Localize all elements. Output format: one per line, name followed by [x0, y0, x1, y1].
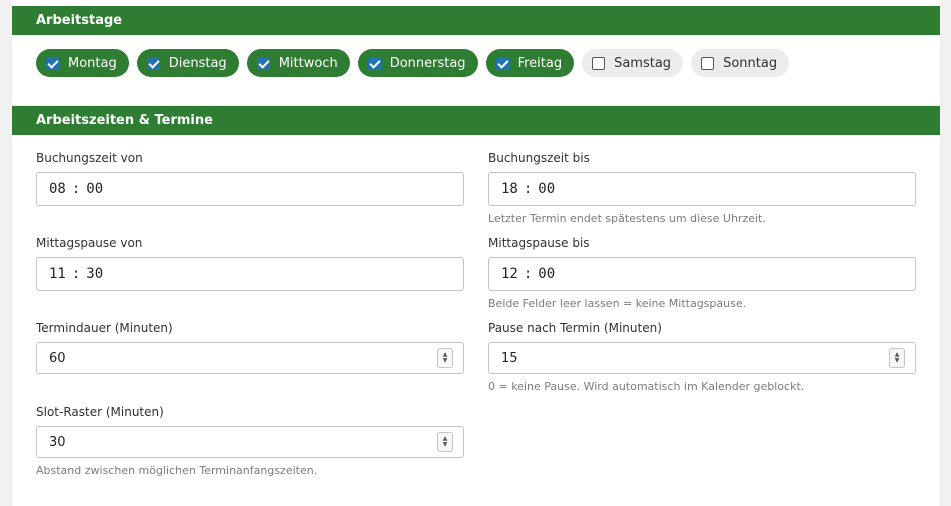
lunch-from-label: Mittagspause von: [36, 236, 143, 250]
slot-grid-field: Slot-Raster (Minuten) 30 ▲ ▼ Abstand zwis…: [36, 405, 464, 477]
duration-label: Termindauer (Minuten): [36, 321, 173, 335]
slot-grid-hint: Abstand zwischen möglichen Terminanfangs…: [36, 464, 318, 477]
lunch-to-time-input[interactable]: 12 : 00: [488, 257, 916, 291]
time-separator: :: [71, 266, 81, 282]
day-label: Donnerstag: [389, 55, 466, 71]
workdays-header: Arbeitstage: [12, 6, 940, 35]
booking-to-field: Buchungszeit bis 18 : 00 Letzter Termin …: [488, 151, 916, 225]
day-label: Freitag: [517, 55, 563, 71]
checkbox-checked-icon[interactable]: [367, 56, 381, 70]
pause-after-hint: 0 = keine Pause. Wird automatisch im Kal…: [488, 380, 805, 393]
time-separator: :: [523, 266, 533, 282]
hours-value[interactable]: 08: [49, 181, 66, 197]
spinner-icon[interactable]: ▲ ▼: [437, 432, 453, 452]
minutes-value[interactable]: 30: [86, 266, 103, 282]
day-label: Samstag: [614, 55, 672, 71]
slot-grid-value[interactable]: 30: [49, 435, 66, 450]
lunch-from-time-input[interactable]: 11 : 30: [36, 257, 464, 291]
day-toggle-donnerstag[interactable]: Donnerstag: [357, 49, 478, 77]
day-label: Dienstag: [168, 55, 227, 71]
minutes-value[interactable]: 00: [538, 181, 555, 197]
day-toggle-montag[interactable]: Montag: [36, 49, 129, 77]
booking-from-field: Buchungszeit von 08 : 00: [36, 151, 464, 206]
minutes-value[interactable]: 00: [538, 266, 555, 282]
day-label: Mittwoch: [278, 55, 338, 71]
pause-after-field: Pause nach Termin (Minuten) 15 ▲ ▼ 0 = ke…: [488, 321, 916, 393]
hours-value[interactable]: 12: [501, 266, 518, 282]
pause-after-value[interactable]: 15: [501, 351, 518, 366]
workdays-card: Arbeitstage Montag Dienstag Mittwoch Don…: [12, 0, 940, 105]
day-toggle-mittwoch[interactable]: Mittwoch: [246, 49, 350, 77]
duration-number-input[interactable]: 60 ▲ ▼: [36, 342, 464, 374]
duration-field: Termindauer (Minuten) 60 ▲ ▼: [36, 321, 464, 374]
booking-from-label: Buchungszeit von: [36, 151, 143, 165]
lunch-to-hint: Beide Felder leer lassen = keine Mittags…: [488, 297, 747, 310]
schedule-header: Arbeitszeiten & Termine: [12, 106, 940, 135]
lunch-to-label: Mittagspause bis: [488, 236, 590, 250]
pause-after-label: Pause nach Termin (Minuten): [488, 321, 662, 335]
minutes-value[interactable]: 00: [86, 181, 103, 197]
booking-to-hint: Letzter Termin endet spätestens um diese…: [488, 212, 766, 225]
day-label: Montag: [68, 55, 117, 71]
booking-from-time-input[interactable]: 08 : 00: [36, 172, 464, 206]
day-toggle-sonntag[interactable]: Sonntag: [691, 49, 790, 77]
day-label: Sonntag: [723, 55, 778, 71]
time-separator: :: [523, 181, 533, 197]
pause-after-number-input[interactable]: 15 ▲ ▼: [488, 342, 916, 374]
checkbox-checked-icon[interactable]: [146, 56, 160, 70]
slot-grid-number-input[interactable]: 30 ▲ ▼: [36, 426, 464, 458]
spinner-icon[interactable]: ▲ ▼: [889, 348, 905, 368]
hours-value[interactable]: 11: [49, 266, 66, 282]
checkbox-checked-icon[interactable]: [495, 56, 509, 70]
lunch-from-field: Mittagspause von 11 : 30: [36, 236, 464, 291]
booking-to-time-input[interactable]: 18 : 00: [488, 172, 916, 206]
lunch-to-field: Mittagspause bis 12 : 00 Beide Felder le…: [488, 236, 916, 310]
checkbox-checked-icon[interactable]: [256, 56, 270, 70]
checkbox-unchecked-icon[interactable]: [701, 56, 715, 70]
workdays-list: Montag Dienstag Mittwoch Donnerstag Frei…: [12, 35, 940, 77]
schedule-card: Arbeitszeiten & Termine Buchungszeit von…: [12, 106, 940, 506]
hours-value[interactable]: 18: [501, 181, 518, 197]
spinner-icon[interactable]: ▲ ▼: [437, 348, 453, 368]
day-toggle-freitag[interactable]: Freitag: [485, 49, 575, 77]
booking-to-label: Buchungszeit bis: [488, 151, 590, 165]
slot-grid-label: Slot-Raster (Minuten): [36, 405, 164, 419]
checkbox-unchecked-icon[interactable]: [592, 56, 606, 70]
day-toggle-samstag[interactable]: Samstag: [582, 49, 684, 77]
day-toggle-dienstag[interactable]: Dienstag: [136, 49, 239, 77]
time-separator: :: [71, 181, 81, 197]
duration-value[interactable]: 60: [49, 351, 66, 366]
checkbox-checked-icon[interactable]: [46, 56, 59, 70]
